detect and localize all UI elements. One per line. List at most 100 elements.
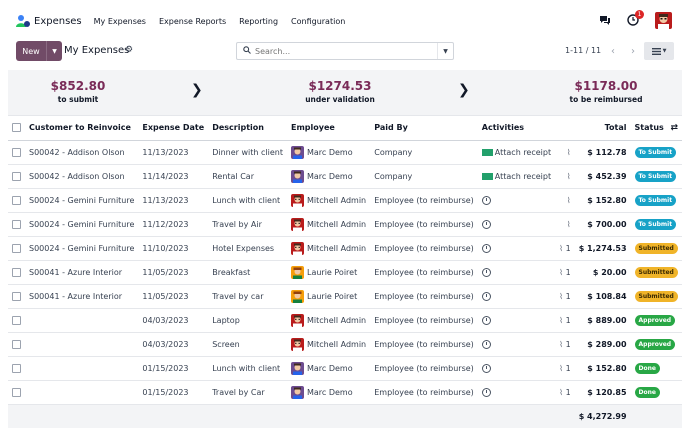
view-switcher-list-icon[interactable]: ▼: [644, 42, 674, 60]
cell-expense-date[interactable]: 01/15/2023: [138, 356, 209, 381]
cell-paid-by[interactable]: Employee (to reimburse): [370, 284, 478, 309]
activity-clock-icon[interactable]: [481, 339, 491, 349]
paperclip-icon[interactable]: ⌇: [559, 388, 563, 397]
paperclip-icon[interactable]: ⌇: [559, 316, 563, 325]
expenses-app-icon[interactable]: [16, 14, 30, 28]
cell-paid-by[interactable]: Employee (to reimburse): [370, 332, 478, 357]
cell-employee[interactable]: Laurie Poiret: [286, 284, 371, 309]
cell-employee[interactable]: Marc Demo: [286, 140, 371, 165]
paperclip-icon[interactable]: ⌇: [559, 244, 563, 253]
cell-description[interactable]: Breakfast: [208, 260, 287, 285]
cell-description[interactable]: Lunch with client: [208, 188, 287, 213]
cell-customer[interactable]: S00041 - Azure Interior: [25, 284, 139, 309]
cell-expense-date[interactable]: 04/03/2023: [138, 332, 209, 357]
cell-expense-date[interactable]: 04/03/2023: [138, 308, 209, 333]
cell-total[interactable]: $ 889.00: [574, 308, 631, 333]
cell-description[interactable]: Laptop: [208, 308, 287, 333]
row-checkbox[interactable]: [12, 339, 21, 349]
cell-total[interactable]: $ 20.00: [574, 260, 631, 285]
select-all-checkbox[interactable]: [12, 123, 21, 133]
activity-clock-icon[interactable]: [481, 315, 491, 325]
menu-expense-reports[interactable]: Expense Reports: [159, 17, 226, 26]
search-box[interactable]: ▼: [236, 42, 454, 60]
menu-reporting[interactable]: Reporting: [239, 17, 278, 26]
cell-paid-by[interactable]: Employee (to reimburse): [370, 356, 478, 381]
table-row[interactable]: S00041 - Azure Interior 11/05/2023 Breakfa…: [8, 260, 682, 285]
cell-customer[interactable]: S00042 - Addison Olson: [25, 140, 139, 165]
table-row[interactable]: 01/15/2023 Travel by Car Marc Demo Employee…: [8, 380, 682, 405]
cell-description[interactable]: Lunch with client: [208, 356, 287, 381]
row-checkbox[interactable]: [12, 219, 21, 229]
cell-description[interactable]: Rental Car: [208, 164, 287, 189]
row-checkbox[interactable]: [12, 195, 21, 205]
attach-receipt-activity[interactable]: Attach receipt: [481, 148, 551, 157]
cell-paid-by[interactable]: Company: [370, 164, 478, 189]
table-row[interactable]: S00024 - Gemini Furniture 11/12/2023 Trave…: [8, 212, 682, 237]
cell-customer[interactable]: [25, 308, 139, 333]
pager-next-icon[interactable]: ›: [624, 42, 642, 60]
summary-under-validation[interactable]: $1274.53 under validation: [290, 79, 390, 104]
activity-clock-icon[interactable]: [481, 195, 491, 205]
cell-paid-by[interactable]: Employee (to reimburse): [370, 212, 478, 237]
cell-total[interactable]: $ 452.39: [574, 164, 631, 189]
cell-total[interactable]: $ 108.84: [574, 284, 631, 309]
cell-total[interactable]: $ 700.00: [574, 212, 631, 237]
search-input[interactable]: [255, 46, 425, 56]
cell-paid-by[interactable]: Employee (to reimburse): [370, 236, 478, 261]
cell-expense-date[interactable]: 11/05/2023: [138, 284, 209, 309]
cell-customer[interactable]: S00024 - Gemini Furniture: [25, 236, 139, 261]
row-checkbox[interactable]: [12, 147, 21, 157]
cell-employee[interactable]: Mitchell Admin: [286, 188, 371, 213]
menu-configuration[interactable]: Configuration: [291, 17, 345, 26]
col-expense-date[interactable]: Expense Date: [138, 116, 209, 141]
cell-expense-date[interactable]: 01/15/2023: [138, 380, 209, 405]
cell-description[interactable]: Screen: [208, 332, 287, 357]
table-row[interactable]: S00042 - Addison Olson 11/13/2023 Dinner w…: [8, 140, 682, 165]
optional-columns-toggle-icon[interactable]: ⇄: [670, 123, 678, 133]
cell-paid-by[interactable]: Employee (to reimburse): [370, 188, 478, 213]
cell-paid-by[interactable]: Employee (to reimburse): [370, 308, 478, 333]
paperclip-icon[interactable]: ⌇: [559, 292, 563, 301]
chat-icon[interactable]: [599, 14, 613, 28]
new-button-label[interactable]: New: [16, 47, 46, 56]
col-total[interactable]: Total: [574, 116, 631, 141]
row-checkbox[interactable]: [12, 291, 21, 301]
pager-previous-icon[interactable]: ‹: [604, 42, 622, 60]
activity-clock-icon[interactable]: 1: [627, 9, 644, 28]
table-row[interactable]: 01/15/2023 Lunch with client Marc Demo Empl…: [8, 356, 682, 381]
cell-description[interactable]: Travel by car: [208, 284, 287, 309]
row-checkbox[interactable]: [12, 363, 21, 373]
cell-total[interactable]: $ 112.78: [574, 140, 631, 165]
paperclip-icon[interactable]: ⌇: [567, 196, 571, 205]
activity-clock-icon[interactable]: [481, 291, 491, 301]
search-options-toggle-icon[interactable]: ▼: [437, 43, 453, 59]
activity-clock-icon[interactable]: [481, 387, 491, 397]
activity-clock-icon[interactable]: [481, 243, 491, 253]
cell-total[interactable]: $ 289.00: [574, 332, 631, 357]
activity-clock-icon[interactable]: [481, 363, 491, 373]
cell-total[interactable]: $ 152.80: [574, 188, 631, 213]
cell-total[interactable]: $ 120.85: [574, 380, 631, 405]
app-name[interactable]: Expenses: [34, 16, 82, 27]
cell-paid-by[interactable]: Employee (to reimburse): [370, 260, 478, 285]
paperclip-icon[interactable]: ⌇: [559, 340, 563, 349]
table-row[interactable]: S00041 - Azure Interior 11/05/2023 Travel …: [8, 284, 682, 309]
cell-description[interactable]: Hotel Expenses: [208, 236, 287, 261]
col-activities[interactable]: Activities: [477, 116, 556, 141]
col-employee[interactable]: Employee: [286, 116, 371, 141]
row-checkbox[interactable]: [12, 387, 21, 397]
gear-icon[interactable]: ⚙: [125, 45, 133, 55]
cell-customer[interactable]: S00024 - Gemini Furniture: [25, 188, 139, 213]
cell-employee[interactable]: Mitchell Admin: [286, 332, 371, 357]
new-button[interactable]: New ▼: [16, 41, 62, 61]
cell-customer[interactable]: S00042 - Addison Olson: [25, 164, 139, 189]
cell-expense-date[interactable]: 11/12/2023: [138, 212, 209, 237]
cell-employee[interactable]: Marc Demo: [286, 380, 371, 405]
col-status[interactable]: Status ⇄: [630, 116, 682, 141]
cell-employee[interactable]: Mitchell Admin: [286, 212, 371, 237]
summary-to-be-reimbursed[interactable]: $1178.00 to be reimbursed: [556, 79, 656, 104]
col-paid-by[interactable]: Paid By: [370, 116, 478, 141]
attach-receipt-activity[interactable]: Attach receipt: [481, 172, 551, 181]
cell-employee[interactable]: Mitchell Admin: [286, 308, 371, 333]
cell-description[interactable]: Travel by Car: [208, 380, 287, 405]
